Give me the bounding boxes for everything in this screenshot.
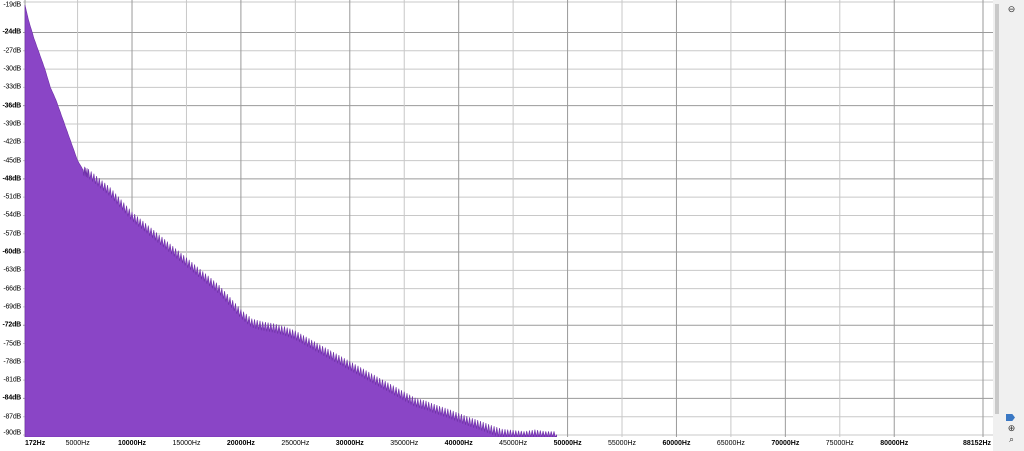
x-tick-label: 75000Hz [825, 440, 854, 447]
x-tick-label: 50000Hz [553, 440, 582, 447]
x-tick-label: 10000Hz [118, 440, 147, 447]
x-tick-label: 25000Hz [281, 440, 310, 447]
x-tick-label: 55000Hz [608, 440, 637, 447]
y-tick-label: -75dB [3, 340, 21, 348]
y-tick-label: -33dB [3, 83, 21, 91]
y-tick-label: -48dB [2, 175, 22, 183]
scroll-track[interactable] [995, 4, 999, 414]
scroll-arrow-icon[interactable] [1006, 414, 1015, 421]
y-tick-label: -87dB [3, 413, 21, 421]
zoom-out-icon[interactable]: ⊖ [1007, 5, 1016, 14]
x-tick-label: 20000Hz [226, 440, 255, 447]
y-tick-label: -69dB [3, 303, 21, 311]
spectrum-area [24, 4, 557, 438]
y-tick-label: -81dB [3, 376, 21, 384]
y-tick-label: -63dB [3, 266, 21, 274]
x-tick-label: 35000Hz [390, 440, 419, 447]
spectrum-chart [23, 0, 993, 438]
x-tick-label: 65000Hz [716, 440, 745, 447]
y-tick-label: -42dB [3, 138, 21, 146]
x-axis-ruler[interactable]: 172Hz 5000Hz 10000Hz 15000Hz 20000Hz 25000Hz 3… [0, 437, 993, 451]
y-tick-label: -51dB [3, 193, 21, 201]
y-tick-label: -27dB [3, 47, 21, 55]
y-axis-ruler[interactable]: -19dB -24dB -27dB -30dB -33dB -36dB -39dB -42dB… [0, 0, 23, 437]
x-tick-label: 80000Hz [880, 440, 909, 447]
zoom-in-icon[interactable]: ⊕ [1007, 424, 1016, 433]
y-tick-label: -19dB [3, 1, 21, 9]
x-tick-label: 70000Hz [771, 440, 800, 447]
y-tick-label: -90dB [3, 429, 21, 437]
x-tick-label: 15000Hz [172, 440, 201, 447]
y-tick-label: -45dB [3, 157, 21, 165]
y-tick-label: -39dB [3, 120, 21, 128]
x-tick-label: 172Hz [25, 440, 46, 447]
vertical-scrollbar[interactable]: ⊖ ⊕ ⌕ [993, 0, 1024, 451]
y-tick-label: -30dB [3, 65, 21, 73]
spectrum-plot[interactable] [23, 0, 993, 438]
zoom-fit-icon[interactable]: ⌕ [1007, 435, 1016, 444]
y-tick-label: -78dB [3, 358, 21, 366]
y-tick-label: -84dB [2, 394, 22, 402]
x-tick-label: 40000Hz [444, 440, 473, 447]
x-tick-label: 30000Hz [335, 440, 364, 447]
y-tick-label: -36dB [2, 102, 22, 110]
y-tick-label: -24dB [2, 28, 22, 36]
x-tick-label: 60000Hz [662, 440, 691, 447]
y-tick-label: -60dB [2, 248, 22, 256]
spectrum-window: -19dB -24dB -27dB -30dB -33dB -36dB -39dB -42dB… [0, 0, 1024, 451]
y-tick-label: -66dB [3, 285, 21, 293]
x-tick-label: 5000Hz [65, 440, 90, 447]
y-tick-label: -72dB [2, 321, 22, 329]
x-tick-label: 88152Hz [963, 440, 992, 447]
y-tick-label: -54dB [3, 211, 21, 219]
y-tick-label: -57dB [3, 230, 21, 238]
x-tick-label: 45000Hz [499, 440, 528, 447]
